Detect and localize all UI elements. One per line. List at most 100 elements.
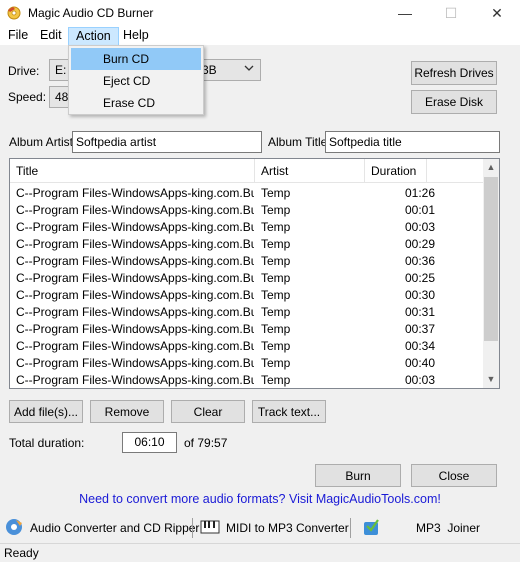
- table-row[interactable]: C--Program Files-WindowsApps-king.com.Bu…: [10, 338, 484, 355]
- scroll-up-icon[interactable]: ▲: [483, 159, 499, 176]
- track-artist-cell: Temp: [261, 356, 291, 370]
- drive-value: E:: [55, 63, 67, 77]
- track-duration-cell: 00:03: [404, 373, 436, 387]
- table-row[interactable]: C--Program Files-WindowsApps-king.com.Bu…: [10, 185, 484, 202]
- column-title[interactable]: Title: [10, 159, 255, 183]
- track-artist-cell: Temp: [261, 339, 291, 353]
- status-bar: Ready: [0, 543, 520, 562]
- track-duration-cell: 01:26: [404, 186, 436, 200]
- drive-label: Drive:: [8, 64, 40, 78]
- track-duration-cell: 00:37: [404, 322, 436, 336]
- scroll-thumb[interactable]: [484, 177, 498, 341]
- track-title-cell: C--Program Files-WindowsApps-king.com.Bu…: [16, 305, 254, 319]
- menu-action[interactable]: Action: [68, 27, 119, 46]
- close-window-button[interactable]: ✕: [474, 0, 520, 26]
- close-button[interactable]: Close: [411, 464, 497, 487]
- track-duration-cell: 00:25: [404, 271, 436, 285]
- track-duration-cell: 00:29: [404, 237, 436, 251]
- tool-mp3-joiner-label: MP3 Joiner: [416, 521, 481, 535]
- status-text: Ready: [4, 546, 39, 560]
- menu-edit[interactable]: Edit: [33, 27, 69, 46]
- album-title-label: Album Title:: [268, 135, 331, 149]
- window-title: Magic Audio CD Burner: [28, 6, 154, 20]
- track-list-header: Title Artist Duration: [10, 159, 484, 183]
- promo-link[interactable]: Need to convert more audio formats? Visi…: [0, 492, 520, 506]
- drive-value-suffix: 3B: [202, 63, 217, 77]
- table-row[interactable]: C--Program Files-WindowsApps-king.com.Bu…: [10, 270, 484, 287]
- scroll-down-icon[interactable]: ▼: [483, 371, 499, 388]
- menu-burn-cd[interactable]: Burn CD: [71, 48, 201, 70]
- album-artist-field[interactable]: Softpedia artist: [72, 131, 262, 153]
- table-row[interactable]: C--Program Files-WindowsApps-king.com.Bu…: [10, 236, 484, 253]
- title-bar: Magic Audio CD Burner — ☐ ✕: [0, 0, 520, 26]
- menu-eject-cd[interactable]: Eject CD: [71, 70, 201, 92]
- track-artist-cell: Temp: [261, 254, 291, 268]
- track-duration-cell: 00:31: [404, 305, 436, 319]
- track-title-cell: C--Program Files-WindowsApps-king.com.Bu…: [16, 271, 254, 285]
- capacity-text: of 79:57: [184, 436, 228, 450]
- track-duration-cell: 00:40: [404, 356, 436, 370]
- track-title-cell: C--Program Files-WindowsApps-king.com.Bu…: [16, 356, 254, 370]
- table-row[interactable]: C--Program Files-WindowsApps-king.com.Bu…: [10, 355, 484, 372]
- track-duration-cell: 00:34: [404, 339, 436, 353]
- tool-separator: [192, 518, 193, 538]
- mp3-joiner-icon: [362, 517, 382, 540]
- column-duration[interactable]: Duration: [365, 159, 427, 183]
- menu-help[interactable]: Help: [116, 27, 156, 46]
- add-files-button[interactable]: Add file(s)...: [9, 400, 83, 423]
- track-artist-cell: Temp: [261, 237, 291, 251]
- track-artist-cell: Temp: [261, 305, 291, 319]
- tool-mp3-joiner[interactable]: MP3 Joiner: [362, 516, 480, 540]
- track-artist-cell: Temp: [261, 373, 291, 387]
- track-list-scrollbar[interactable]: ▲ ▼: [483, 159, 499, 388]
- tool-midi-converter[interactable]: MIDI to MP3 Converter: [200, 516, 349, 540]
- clear-button[interactable]: Clear: [171, 400, 245, 423]
- track-title-cell: C--Program Files-WindowsApps-king.com.Bu…: [16, 220, 254, 234]
- table-row[interactable]: C--Program Files-WindowsApps-king.com.Bu…: [10, 304, 484, 321]
- track-duration-cell: 00:03: [404, 220, 436, 234]
- track-duration-cell: 00:01: [404, 203, 436, 217]
- track-list[interactable]: Title Artist Duration C--Program Files-W…: [9, 158, 500, 389]
- chevron-down-icon: [244, 64, 254, 75]
- tool-audio-converter[interactable]: Audio Converter and CD Ripper: [4, 516, 199, 540]
- speed-label: Speed:: [8, 90, 47, 104]
- track-artist-cell: Temp: [261, 288, 291, 302]
- track-artist-cell: Temp: [261, 203, 291, 217]
- total-duration-label: Total duration:: [9, 436, 85, 450]
- column-artist[interactable]: Artist: [255, 159, 365, 183]
- track-duration-cell: 00:30: [404, 288, 436, 302]
- track-title-cell: C--Program Files-WindowsApps-king.com.Bu…: [16, 339, 254, 353]
- track-artist-cell: Temp: [261, 186, 291, 200]
- cd-burner-icon: [6, 6, 22, 20]
- track-title-cell: C--Program Files-WindowsApps-king.com.Bu…: [16, 288, 254, 302]
- action-menu-dropdown: Burn CD Eject CD Erase CD: [68, 45, 204, 115]
- erase-disk-button[interactable]: Erase Disk: [411, 90, 497, 114]
- album-artist-label: Album Artist:: [9, 135, 77, 149]
- table-row[interactable]: C--Program Files-WindowsApps-king.com.Bu…: [10, 219, 484, 236]
- burn-button[interactable]: Burn: [315, 464, 401, 487]
- table-row[interactable]: C--Program Files-WindowsApps-king.com.Bu…: [10, 202, 484, 219]
- track-title-cell: C--Program Files-WindowsApps-king.com.Bu…: [16, 203, 254, 217]
- menu-bar: File Edit Action Help: [0, 26, 520, 46]
- track-title-cell: C--Program Files-WindowsApps-king.com.Bu…: [16, 373, 254, 387]
- minimize-button[interactable]: —: [382, 0, 428, 26]
- track-text-button[interactable]: Track text...: [252, 400, 326, 423]
- midi-icon: [200, 518, 220, 539]
- table-row[interactable]: C--Program Files-WindowsApps-king.com.Bu…: [10, 321, 484, 338]
- tool-separator: [350, 518, 351, 538]
- refresh-drives-button[interactable]: Refresh Drives: [411, 61, 497, 85]
- menu-file[interactable]: File: [1, 27, 35, 46]
- total-duration-value: 06:10: [122, 432, 177, 453]
- remove-button[interactable]: Remove: [90, 400, 164, 423]
- track-title-cell: C--Program Files-WindowsApps-king.com.Bu…: [16, 237, 254, 251]
- table-row[interactable]: C--Program Files-WindowsApps-king.com.Bu…: [10, 253, 484, 270]
- tool-audio-converter-label: Audio Converter and CD Ripper: [30, 521, 200, 535]
- table-row[interactable]: C--Program Files-WindowsApps-king.com.Bu…: [10, 287, 484, 304]
- track-title-cell: C--Program Files-WindowsApps-king.com.Bu…: [16, 186, 254, 200]
- maximize-button[interactable]: ☐: [428, 0, 474, 26]
- track-title-cell: C--Program Files-WindowsApps-king.com.Bu…: [16, 254, 254, 268]
- table-row[interactable]: C--Program Files-WindowsApps-king.com.Bu…: [10, 372, 484, 388]
- menu-erase-cd[interactable]: Erase CD: [71, 92, 201, 114]
- album-title-field[interactable]: Softpedia title: [325, 131, 500, 153]
- track-artist-cell: Temp: [261, 271, 291, 285]
